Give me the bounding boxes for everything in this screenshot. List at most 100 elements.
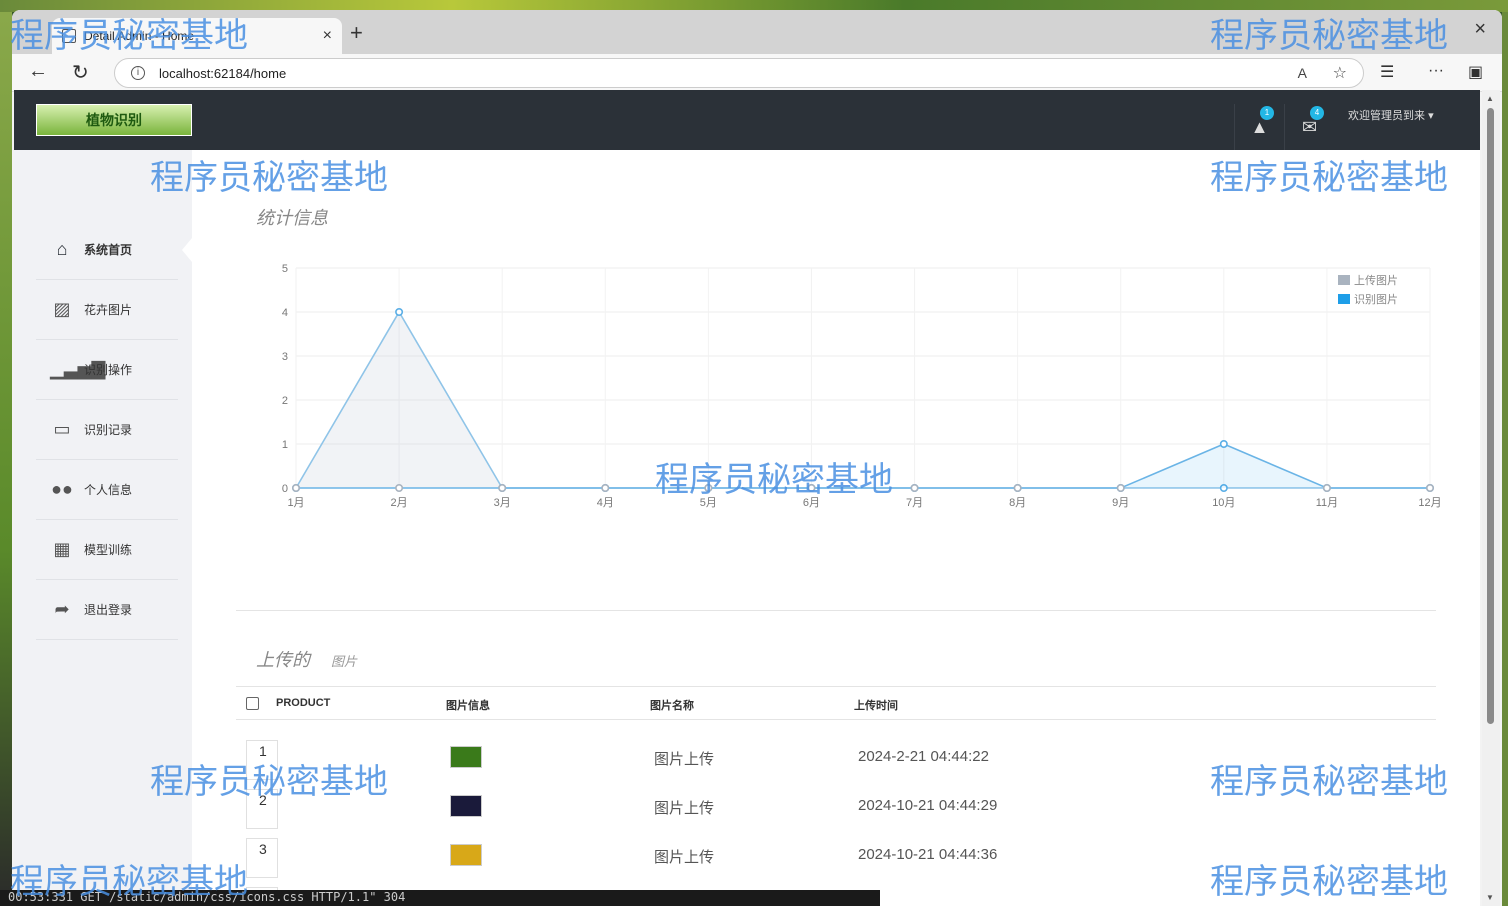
sidebar-item-label: 系统首页	[84, 243, 133, 257]
data-point	[1013, 484, 1022, 493]
legend-label: 识别图片	[1354, 293, 1398, 306]
caret-down-icon: ▾	[1428, 110, 1434, 122]
terminal-log-strip: 00:53:331 GET /static/admin/css/icons.cs…	[0, 890, 880, 906]
back-arrow-icon[interactable]: ←	[28, 60, 48, 83]
row-index: 1	[246, 740, 278, 780]
alert-button[interactable]: ▲ 1	[1234, 104, 1284, 150]
new-tab-button[interactable]: +	[350, 20, 363, 46]
image-name: 图片上传	[654, 800, 715, 817]
calendar-icon: ▭	[53, 419, 71, 439]
column-header-product[interactable]: PRODUCT	[276, 697, 330, 709]
row-index: 3	[246, 838, 278, 878]
mail-button[interactable]: ✉ 4	[1284, 104, 1334, 150]
x-tick-label: 12月	[1418, 497, 1441, 509]
data-point	[291, 484, 300, 493]
table-row[interactable]: 1 图片上传 2024-2-21 04:44:22	[236, 734, 1436, 783]
read-aloud-icon[interactable]: A	[1298, 65, 1307, 81]
site-logo[interactable]: 植物识别	[36, 104, 192, 136]
y-tick-label: 2	[282, 395, 288, 407]
sidebar-item-label: 识别记录	[84, 423, 133, 437]
x-tick-label: 11月	[1316, 497, 1338, 509]
upload-time: 2024-2-21 04:44:22	[858, 748, 989, 765]
desktop-wallpaper-right	[1502, 12, 1508, 906]
data-point	[910, 484, 919, 493]
legend-swatch	[1338, 275, 1350, 285]
row-index: 2	[246, 789, 278, 829]
scrollbar-thumb[interactable]	[1487, 108, 1494, 724]
tab-home[interactable]: Detail Admin - Home ×	[52, 18, 342, 54]
data-point	[807, 484, 816, 493]
data-point	[1219, 440, 1228, 449]
column-header-image-info[interactable]: 图片信息	[446, 697, 490, 713]
legend-swatch	[1338, 294, 1350, 304]
page-icon	[62, 29, 76, 43]
data-point	[704, 484, 713, 493]
desktop-wallpaper-left	[0, 12, 12, 906]
sidebar-item-records[interactable]: ▭ 识别记录	[36, 400, 178, 460]
x-tick-label: 1月	[287, 497, 304, 509]
user-menu[interactable]: 欢迎管理员到来 ▾	[1348, 107, 1434, 123]
column-header-image-name[interactable]: 图片名称	[650, 697, 694, 713]
sidebar: ⌂ 系统首页 ▨ 花卉图片 ▁▃▅▇ 识别操作 ▭ 识别记录 ●● 个人信息 ▦…	[14, 150, 192, 906]
sidebar-toggle-icon[interactable]: ▣	[1468, 62, 1483, 82]
sidebar-item-recognize[interactable]: ▁▃▅▇ 识别操作	[36, 340, 178, 400]
picture-icon: ▨	[53, 299, 71, 319]
refresh-icon[interactable]: ↻	[72, 60, 89, 85]
close-window-button[interactable]: ×	[1474, 18, 1486, 41]
x-tick-label: 3月	[494, 497, 511, 509]
close-tab-icon[interactable]: ×	[323, 27, 332, 45]
y-tick-label: 5	[282, 263, 288, 275]
sidebar-item-label: 退出登录	[84, 603, 133, 617]
sidebar-item-profile[interactable]: ●● 个人信息	[36, 460, 178, 520]
y-tick-label: 1	[282, 439, 288, 451]
x-tick-label: 9月	[1112, 497, 1129, 509]
x-tick-label: 7月	[906, 497, 923, 509]
flower-thumbnail[interactable]	[450, 795, 482, 817]
upload-time: 2024-10-21 04:44:36	[858, 846, 998, 863]
scroll-up-icon[interactable]: ▲	[1486, 94, 1494, 103]
site-info-icon[interactable]: i	[131, 66, 145, 80]
data-point	[601, 484, 610, 493]
home-icon: ⌂	[56, 239, 68, 259]
table-row[interactable]: 2 图片上传 2024-10-21 04:44:29	[236, 783, 1436, 832]
address-bar: ← ↻ i localhost:62184/home A ☆ ☰ ··· ▣	[12, 54, 1502, 92]
page-scrollbar[interactable]: ▲ ▼	[1482, 90, 1500, 906]
sidebar-item-home[interactable]: ⌂ 系统首页	[36, 220, 178, 280]
more-menu-icon[interactable]: ···	[1428, 62, 1444, 80]
group-icon: ●●	[51, 479, 73, 499]
url-input[interactable]: i localhost:62184/home A ☆	[114, 58, 1364, 88]
data-point	[1426, 484, 1435, 493]
sidebar-item-label: 花卉图片	[84, 303, 133, 317]
image-name: 图片上传	[654, 751, 715, 768]
upload-time: 2024-10-21 04:44:29	[858, 797, 998, 814]
table-row[interactable]: 3 图片上传 2024-10-21 04:44:36	[236, 832, 1436, 881]
top-navbar: 植物识别 ▲ 1 ✉ 4 欢迎管理员到来 ▾	[14, 90, 1480, 150]
sidebar-item-label: 识别操作	[84, 363, 133, 377]
scroll-down-icon[interactable]: ▼	[1486, 893, 1494, 902]
page-viewport: 植物识别 ▲ 1 ✉ 4 欢迎管理员到来 ▾ ⌂ 系统首页 ▨ 花卉图片 ▁▃▅…	[14, 90, 1480, 906]
sidebar-item-label: 模型训练	[84, 543, 133, 557]
table-header: PRODUCT 图片信息 图片名称 上传时间	[236, 686, 1436, 720]
x-tick-label: 6月	[803, 497, 820, 509]
x-tick-label: 2月	[391, 497, 408, 509]
sidebar-item-training[interactable]: ▦ 模型训练	[36, 520, 178, 580]
uploads-title-text: 上传的	[256, 650, 310, 670]
share-icon: ➦	[54, 599, 70, 619]
x-tick-label: 8月	[1009, 497, 1026, 509]
flower-thumbnail[interactable]	[450, 746, 482, 768]
alert-badge: 1	[1260, 106, 1274, 120]
data-point	[1322, 484, 1331, 493]
url-text: localhost:62184/home	[159, 65, 287, 81]
flower-thumbnail[interactable]	[450, 844, 482, 866]
x-tick-label: 4月	[597, 497, 614, 509]
favorite-star-icon[interactable]: ☆	[1333, 63, 1347, 83]
sidebar-item-flower-images[interactable]: ▨ 花卉图片	[36, 280, 178, 340]
column-header-upload-time[interactable]: 上传时间	[854, 697, 898, 713]
select-all-checkbox[interactable]	[246, 697, 259, 710]
favorites-list-icon[interactable]: ☰	[1380, 62, 1394, 82]
tab-bar: Detail Admin - Home × + ×	[12, 10, 1502, 54]
sidebar-item-logout[interactable]: ➦ 退出登录	[36, 580, 178, 640]
uploads-subtitle: 图片	[331, 654, 358, 669]
y-tick-label: 3	[282, 351, 288, 363]
data-point	[395, 307, 404, 316]
